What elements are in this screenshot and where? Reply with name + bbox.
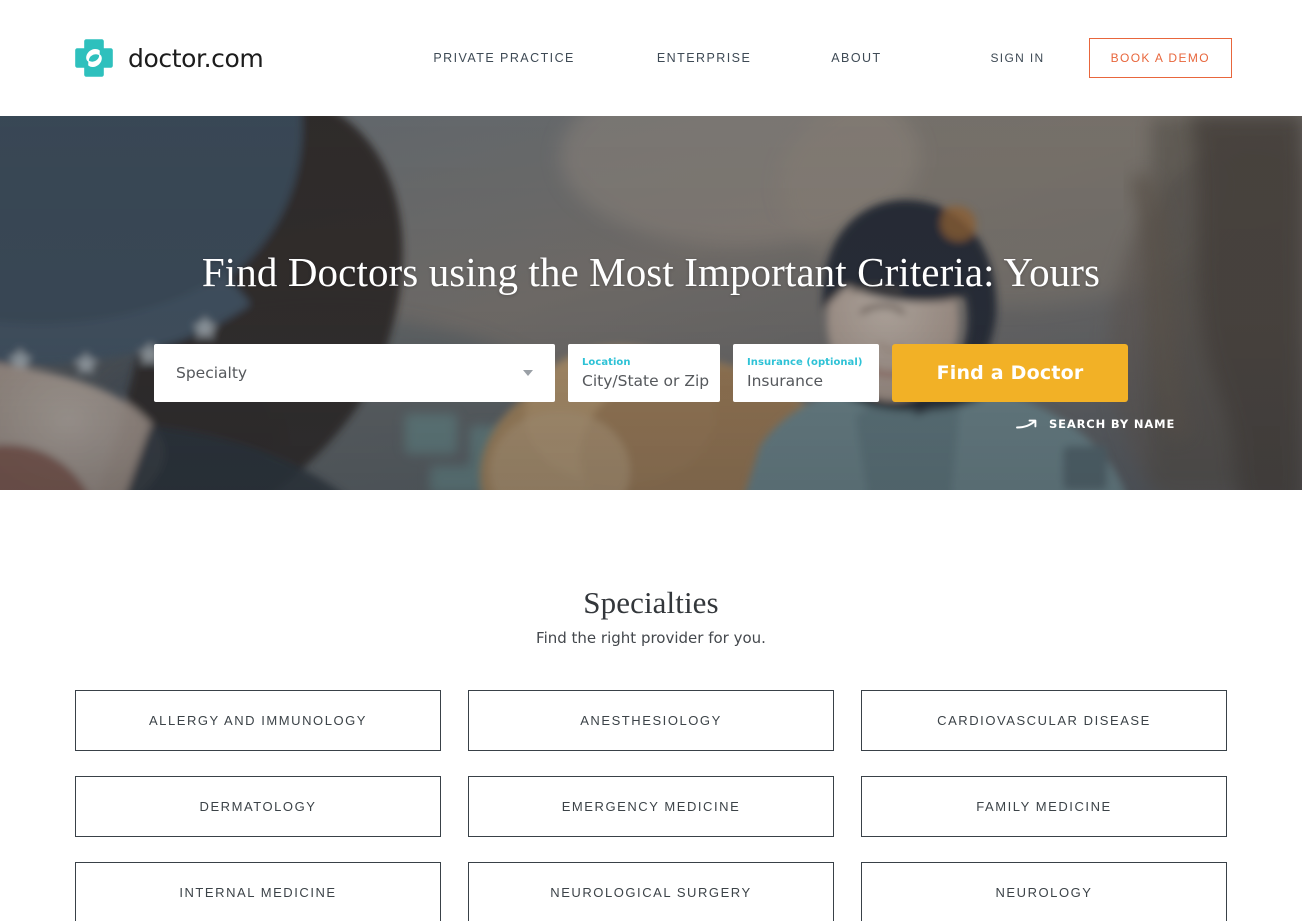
medical-cross-swoosh-logo-icon (72, 36, 116, 80)
specialty-card-label: CARDIOVASCULAR DISEASE (937, 713, 1151, 728)
nav-item-private-practice[interactable]: PRIVATE PRACTICE (433, 45, 575, 71)
sign-in-link[interactable]: SIGN IN (990, 51, 1044, 65)
find-a-doctor-button[interactable]: Find a Doctor (892, 344, 1128, 402)
specialty-card-cardiovascular-disease[interactable]: CARDIOVASCULAR DISEASE (861, 690, 1227, 751)
location-label: Location (582, 356, 631, 368)
specialty-card-label: ANESTHESIOLOGY (580, 713, 722, 728)
specialty-card-label: FAMILY MEDICINE (976, 799, 1112, 814)
book-a-demo-button[interactable]: BOOK A DEMO (1088, 38, 1232, 78)
header-actions: SIGN IN BOOK A DEMO (990, 38, 1232, 78)
search-by-name-label: SEARCH BY NAME (1049, 417, 1176, 431)
specialty-card-dermatology[interactable]: DERMATOLOGY (75, 776, 441, 837)
specialty-card-emergency-medicine[interactable]: EMERGENCY MEDICINE (468, 776, 834, 837)
specialties-subtitle: Find the right provider for you. (536, 629, 766, 647)
arrow-right-icon (1016, 418, 1038, 431)
specialties-title: Specialties (583, 585, 719, 620)
search-by-name-link[interactable]: SEARCH BY NAME (1016, 417, 1175, 431)
hero-section: Find Doctors using the Most Important Cr… (0, 116, 1302, 490)
hero-headline: Find Doctors using the Most Important Cr… (201, 249, 1101, 295)
location-placeholder: City/State or Zip (582, 371, 710, 390)
insurance-placeholder: Insurance (747, 371, 824, 390)
nav-item-about[interactable]: ABOUT (831, 45, 881, 71)
nav-item-enterprise[interactable]: ENTERPRISE (657, 45, 751, 71)
doctor-search-form: Specialty Location City/State or Zip Ins… (154, 344, 1128, 402)
brand-name: doctor.com (128, 43, 264, 73)
specialty-card-label: NEUROLOGY (995, 885, 1093, 900)
specialty-card-label: EMERGENCY MEDICINE (561, 799, 741, 814)
insurance-field[interactable]: Insurance (optional) Insurance (733, 344, 879, 402)
specialty-select[interactable]: Specialty (154, 344, 555, 402)
primary-navigation: PRIVATE PRACTICE ENTERPRISE ABOUT (433, 45, 881, 71)
specialty-card-neurology[interactable]: NEUROLOGY (861, 862, 1227, 921)
specialty-card-family-medicine[interactable]: FAMILY MEDICINE (861, 776, 1227, 837)
specialty-card-anesthesiology[interactable]: ANESTHESIOLOGY (468, 690, 834, 751)
specialties-section: Specialties Find the right provider for … (0, 490, 1302, 921)
insurance-label: Insurance (optional) (747, 356, 863, 368)
specialty-card-internal-medicine[interactable]: INTERNAL MEDICINE (75, 862, 441, 921)
location-field[interactable]: Location City/State or Zip (568, 344, 720, 402)
chevron-down-icon (523, 370, 533, 376)
specialty-card-label: NEUROLOGICAL SURGERY (550, 885, 752, 900)
brand-logo-link[interactable]: doctor.com (72, 36, 264, 80)
specialty-placeholder: Specialty (176, 364, 248, 382)
site-header: doctor.com PRIVATE PRACTICE ENTERPRISE A… (0, 0, 1302, 116)
specialty-card-label: INTERNAL MEDICINE (179, 885, 337, 900)
specialty-card-label: DERMATOLOGY (199, 799, 317, 814)
specialty-card-allergy-and-immunology[interactable]: ALLERGY AND IMMUNOLOGY (75, 690, 441, 751)
specialty-card-label: ALLERGY AND IMMUNOLOGY (148, 713, 368, 728)
specialties-grid: ALLERGY AND IMMUNOLOGY ANESTHESIOLOGY CA… (75, 690, 1227, 921)
specialty-card-neurological-surgery[interactable]: NEUROLOGICAL SURGERY (468, 862, 834, 921)
